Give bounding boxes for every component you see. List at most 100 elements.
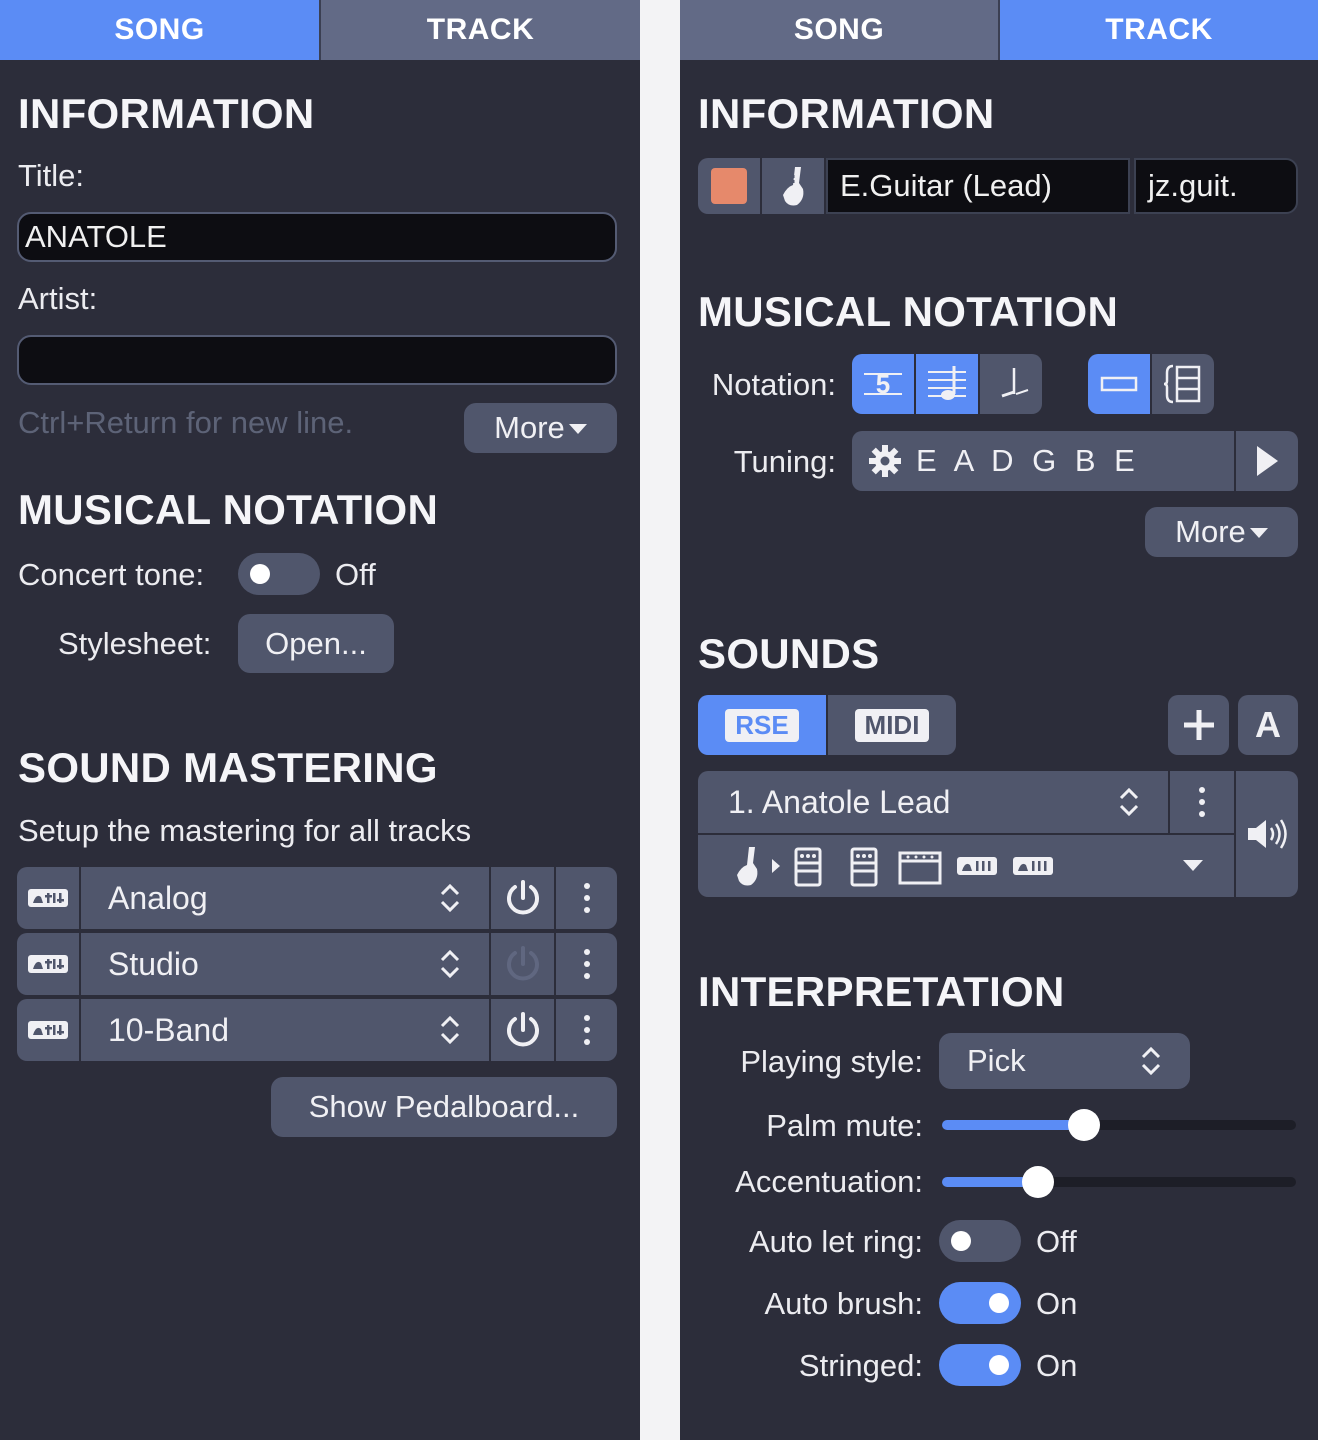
tab-track[interactable]: TRACK — [319, 0, 640, 60]
tablature-toggle[interactable]: 5 — [852, 354, 914, 414]
show-pedalboard-button[interactable]: Show Pedalboard... — [271, 1077, 617, 1137]
power-icon — [506, 1012, 539, 1047]
add-sound-button[interactable] — [1168, 695, 1229, 755]
chevron-down-icon[interactable] — [1182, 859, 1204, 873]
tab-song[interactable]: SONG — [680, 0, 998, 60]
newline-hint: Ctrl+Return for new line. — [18, 405, 354, 440]
caret-down-icon — [1249, 528, 1268, 538]
tab-song[interactable]: SONG — [0, 0, 319, 60]
mastering-row: 10-Band — [17, 999, 617, 1061]
title-label: Title: — [18, 158, 85, 193]
stylesheet-label: Stylesheet: — [58, 626, 212, 661]
sounds-heading: SOUNDS — [698, 630, 880, 677]
auto-brush-state: On — [1036, 1286, 1078, 1321]
toggle-knob — [250, 564, 270, 584]
sound-preview-button[interactable] — [1236, 771, 1298, 897]
artist-input[interactable] — [17, 335, 617, 385]
pedal-icon — [850, 847, 878, 887]
palm-mute-slider[interactable] — [942, 1109, 1296, 1141]
toggle-knob — [951, 1231, 971, 1251]
brace-layout-icon — [1163, 364, 1201, 404]
automation-button[interactable]: A — [1238, 695, 1298, 755]
caret-down-icon — [568, 424, 587, 434]
title-input[interactable]: ANATOLE — [17, 212, 617, 262]
track-color-button[interactable] — [698, 158, 760, 214]
palm-mute-label: Palm mute: — [766, 1108, 923, 1143]
horizontal-layout-icon — [1100, 376, 1138, 392]
track-info-row: E.Guitar (Lead) jz.guit. — [698, 158, 1298, 214]
auto-let-ring-toggle[interactable] — [939, 1220, 1021, 1262]
accentuation-handle[interactable] — [1022, 1166, 1054, 1198]
stylesheet-open-button[interactable]: Open... — [238, 614, 394, 673]
plus-icon — [1183, 710, 1214, 740]
tuning-control: E A D G B E — [852, 431, 1298, 491]
midi-toggle[interactable]: MIDI — [828, 695, 956, 755]
playing-style-select[interactable]: Pick — [939, 1033, 1190, 1089]
row-menu-button[interactable] — [556, 999, 617, 1061]
play-icon — [1257, 446, 1278, 476]
layout-group — [1088, 354, 1214, 414]
slash-note-icon — [1001, 368, 1029, 398]
auto-let-ring-label: Auto let ring: — [748, 1224, 923, 1259]
tab-track[interactable]: TRACK — [998, 0, 1318, 60]
concert-tone-toggle[interactable] — [238, 553, 320, 595]
accentuation-label: Accentuation: — [735, 1164, 923, 1199]
tuning-value: E A D G B E — [916, 443, 1140, 478]
power-button[interactable] — [491, 933, 554, 995]
row-menu-button[interactable] — [556, 933, 617, 995]
auto-let-ring-state: Off — [1036, 1224, 1077, 1259]
mastering-preset-select[interactable]: Studio — [81, 933, 489, 995]
power-button[interactable] — [491, 999, 554, 1061]
tuning-button[interactable]: E A D G B E — [852, 431, 1234, 491]
amp-eq-icon — [17, 999, 79, 1061]
multitrack-layout-toggle[interactable] — [1152, 354, 1214, 414]
track-short-name-input[interactable]: jz.guit. — [1134, 158, 1298, 214]
right-tab-bar: SONG TRACK — [680, 0, 1318, 60]
vertical-dots-icon — [583, 949, 590, 979]
page-layout-toggle[interactable] — [1088, 354, 1150, 414]
concert-tone-label: Concert tone: — [18, 557, 205, 592]
tablature-digit: 5 — [876, 369, 890, 399]
instrument-button[interactable] — [762, 158, 824, 214]
vertical-dots-icon — [583, 1015, 590, 1045]
row-menu-button[interactable] — [556, 867, 617, 929]
auto-brush-toggle[interactable] — [939, 1282, 1021, 1324]
more-button-label: More — [494, 410, 565, 445]
amp-eq-icon — [1013, 857, 1053, 875]
gear-icon — [869, 445, 901, 477]
palm-mute-handle[interactable] — [1068, 1109, 1100, 1141]
mastering-preset-name: 10-Band — [108, 1011, 229, 1048]
signal-chain[interactable] — [698, 835, 1234, 897]
accentuation-slider[interactable] — [942, 1166, 1296, 1198]
power-button[interactable] — [491, 867, 554, 929]
electric-guitar-icon — [783, 167, 804, 206]
standard-notation-toggle[interactable] — [916, 354, 978, 414]
stringed-toggle[interactable] — [939, 1344, 1021, 1386]
play-tuning-button[interactable] — [1236, 431, 1298, 491]
toggle-knob — [989, 1293, 1009, 1313]
power-icon — [506, 880, 539, 915]
track-name-input[interactable]: E.Guitar (Lead) — [826, 158, 1130, 214]
slash-notation-toggle[interactable] — [980, 354, 1042, 414]
more-button[interactable]: More — [1145, 507, 1298, 557]
sound-menu-button[interactable] — [1170, 771, 1234, 833]
pedal-icon — [794, 847, 822, 887]
notation-type-group: 5 — [852, 354, 1042, 414]
sound-select[interactable]: 1. Anatole Lead — [698, 771, 1168, 833]
amp-eq-icon — [17, 933, 79, 995]
musical-notation-heading: MUSICAL NOTATION — [18, 486, 439, 533]
musical-notation-heading: MUSICAL NOTATION — [698, 288, 1119, 335]
more-button[interactable]: More — [464, 403, 617, 453]
tablature-icon: 5 — [864, 369, 902, 399]
information-heading: INFORMATION — [18, 90, 315, 137]
left-tab-bar: SONG TRACK — [0, 0, 640, 60]
rse-toggle[interactable]: RSE — [698, 695, 826, 755]
playing-style-label: Playing style: — [740, 1044, 923, 1079]
rse-label: RSE — [725, 708, 799, 742]
concert-tone-state: Off — [335, 557, 376, 592]
mastering-preset-select[interactable]: Analog — [81, 867, 489, 929]
amplifier-icon — [898, 851, 942, 885]
palm-mute-fill — [942, 1120, 1084, 1130]
mastering-preset-select[interactable]: 10-Band — [81, 999, 489, 1061]
chain-arrow-icon — [772, 859, 780, 873]
